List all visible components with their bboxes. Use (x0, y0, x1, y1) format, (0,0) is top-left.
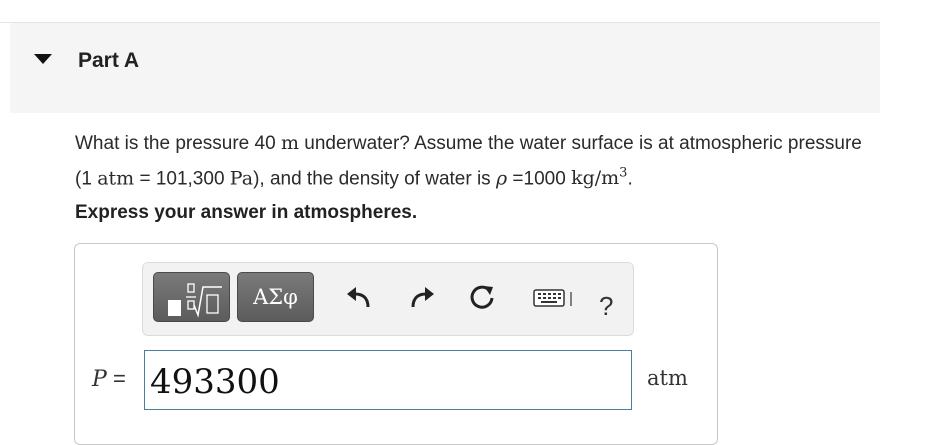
answer-instruction: Express your answer in atmospheres. (75, 202, 418, 223)
collapse-caret-icon[interactable] (34, 54, 52, 64)
question-text-3: = 101,300 (134, 168, 230, 190)
equals-sign: = (112, 366, 126, 391)
reset-icon[interactable] (467, 283, 497, 313)
help-button[interactable]: ? (599, 291, 613, 322)
unit-density: kg/m3 (571, 166, 627, 190)
undo-icon[interactable] (343, 283, 373, 313)
fraction-radical-template-icon (168, 283, 222, 318)
unit-density-base: kg/m (571, 167, 620, 190)
unit-meters: m (280, 132, 299, 154)
answer-unit: atm (647, 366, 688, 390)
keyboard-icon[interactable] (531, 283, 581, 313)
answer-variable: P (92, 367, 107, 392)
question-text-4: ), and the density of water is (253, 168, 496, 190)
redo-icon[interactable] (408, 283, 438, 313)
question-text-5: =1000 (507, 168, 572, 190)
answer-input[interactable] (144, 350, 632, 410)
math-toolbar: ΑΣφ ? (142, 262, 634, 336)
templates-button[interactable] (153, 272, 230, 322)
question-text: What is the pressure 40 m underwater? As… (75, 128, 875, 194)
question-text-6: . (627, 168, 633, 190)
part-header[interactable]: Part A (10, 23, 880, 113)
answer-variable-label: P = (92, 366, 126, 392)
unit-atm: atm (97, 167, 135, 190)
unit-pascal: Pa (229, 167, 254, 190)
symbols-button[interactable]: ΑΣφ (237, 272, 314, 322)
question-text-1: What is the pressure 40 (75, 133, 281, 154)
part-title: Part A (78, 49, 140, 72)
rho-symbol: ρ (495, 167, 508, 190)
